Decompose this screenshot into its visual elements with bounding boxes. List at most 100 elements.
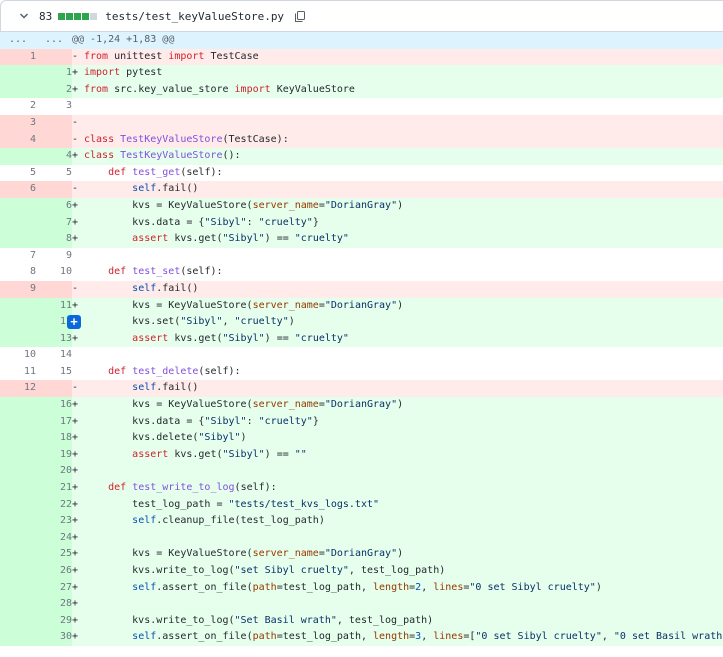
copy-icon[interactable] [294,10,306,23]
new-line-number[interactable]: 2 [36,81,72,99]
new-line-number[interactable]: 13 [36,330,72,348]
code-token: self [132,382,157,394]
old-line-number[interactable]: 9 [0,280,36,298]
old-line-number[interactable] [0,579,36,597]
old-line-number[interactable]: 1 [0,48,36,66]
new-line-number[interactable] [36,131,72,149]
new-line-number[interactable]: 11 [36,297,72,315]
code-token: KeyValueStore [276,83,355,95]
code-token: class [84,150,121,162]
old-line-number[interactable] [0,612,36,630]
old-line-number[interactable] [0,529,36,547]
new-line-number[interactable] [36,181,72,198]
new-line-number[interactable]: 16 [36,397,72,414]
old-line-number[interactable] [0,596,36,613]
diffstat-block [66,12,74,20]
old-line-number[interactable]: 7 [0,247,36,265]
new-line-number[interactable]: 28 [36,596,72,613]
new-line-number[interactable] [36,380,72,398]
old-line-number[interactable] [0,463,36,481]
code-token: kvs.data = { [84,216,205,228]
diff-line-add: 16 + kvs = KeyValueStore(server_name="Dor… [0,397,723,414]
old-line-number[interactable] [0,430,36,447]
new-line-number[interactable]: 5 [36,164,72,182]
old-line-number[interactable] [0,413,36,431]
code-token: : [246,216,259,228]
new-line-number[interactable] [36,48,72,66]
old-line-number[interactable] [0,197,36,215]
old-line-number[interactable]: 12 [0,380,36,398]
code-token: "Sibyl" [204,216,247,228]
new-line-number[interactable] [36,280,72,298]
old-line-number[interactable]: 2 [0,98,36,115]
old-line-number[interactable] [0,297,36,315]
code-token: "cruelty" [258,415,313,427]
new-line-number[interactable]: 9 [36,247,72,265]
new-line-number[interactable] [36,114,72,132]
code-line: + from src.key_value_store import KeyValu… [72,81,723,99]
old-line-number[interactable] [0,148,36,165]
new-line-number[interactable]: 24 [36,529,72,547]
code-token: TestCase [210,50,259,62]
diffstat-block [58,12,66,20]
old-line-number[interactable]: 10 [0,347,36,364]
code-token: .fail() [156,382,199,394]
old-line-number[interactable]: 6 [0,181,36,198]
expand-new-button[interactable]: ... [36,32,72,49]
old-line-number[interactable] [0,496,36,514]
new-line-number[interactable]: 26 [36,563,72,580]
new-line-number[interactable]: 15 [36,363,72,381]
old-line-number[interactable]: 11 [0,363,36,381]
new-line-number[interactable]: 17 [36,413,72,431]
old-line-number[interactable] [0,563,36,580]
add-comment-button[interactable]: + [67,315,81,330]
old-line-number[interactable] [0,314,36,331]
old-line-number[interactable] [0,81,36,99]
code-line: + assert kvs.get("Sibyl") == "cruelty" [72,231,723,248]
new-line-number[interactable]: 3 [36,98,72,115]
new-line-number[interactable]: 8 [36,231,72,248]
new-line-number[interactable]: 4 [36,148,72,165]
new-line-number[interactable]: 20 [36,463,72,481]
code-token: , test_log_path) [336,614,434,626]
new-line-number[interactable]: 22 [36,496,72,514]
new-line-number[interactable]: 6 [36,197,72,215]
diff-sign: + [72,565,79,576]
new-line-number[interactable]: 7 [36,214,72,232]
old-line-number[interactable]: 3 [0,114,36,132]
new-line-number[interactable]: 21 [36,480,72,497]
old-line-number[interactable] [0,214,36,232]
old-line-number[interactable]: 8 [0,264,36,281]
new-line-number[interactable]: 30 [36,629,72,646]
old-line-number[interactable] [0,397,36,414]
new-line-number[interactable]: 23 [36,513,72,530]
old-line-number[interactable] [0,231,36,248]
old-line-number[interactable] [0,513,36,530]
chevron-down-icon[interactable] [19,11,29,21]
code-token: length [373,631,410,643]
new-line-number[interactable]: 25 [36,546,72,563]
old-line-number[interactable] [0,629,36,646]
new-line-number[interactable]: 27 [36,579,72,597]
old-line-number[interactable]: 5 [0,164,36,182]
new-line-number[interactable]: 29 [36,612,72,630]
new-line-number[interactable]: 12 + [36,314,81,331]
code-token: def [108,482,133,494]
expand-old-button[interactable]: ... [0,32,36,49]
code-line: - class TestKeyValueStore(TestCase): [72,131,723,149]
diff-line-add: 28 + [0,596,723,613]
old-line-number[interactable] [0,330,36,348]
code-token: ) [397,548,404,560]
new-line-number[interactable]: 10 [36,264,72,281]
old-line-number[interactable] [0,446,36,464]
old-line-number[interactable] [0,480,36,497]
new-line-number[interactable]: 18 [36,430,72,447]
new-line-number[interactable]: 19 [36,446,72,464]
new-line-number[interactable]: 14 [36,347,72,364]
code-token: test_write_to_log [132,482,235,494]
file-path[interactable]: tests/test_keyValueStore.py [105,10,284,23]
old-line-number[interactable] [0,65,36,82]
old-line-number[interactable] [0,546,36,563]
old-line-number[interactable]: 4 [0,131,36,149]
new-line-number[interactable]: 1 [36,65,72,82]
